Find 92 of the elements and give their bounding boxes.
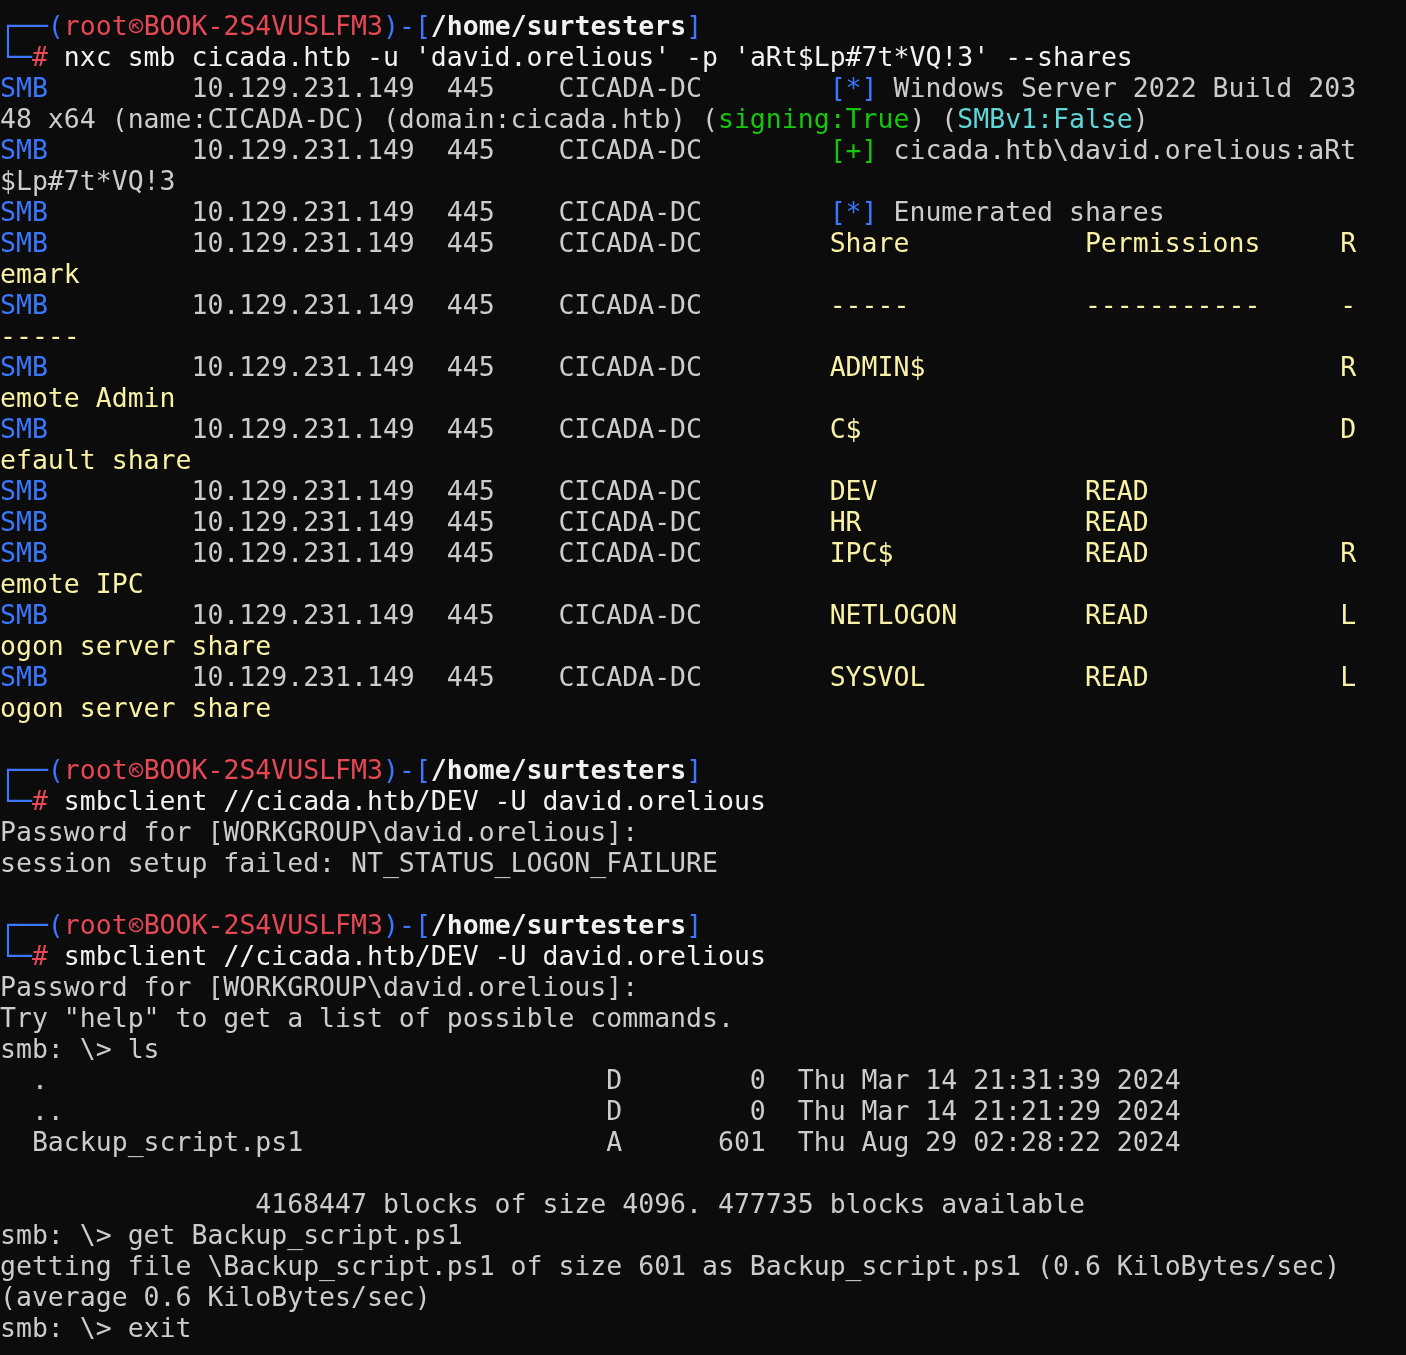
share-text: NETLOGON READ L (829, 599, 1357, 630)
output-text: 10.129.231.149 445 CICADA-DC (190, 475, 703, 506)
prompt-frame: )-[ (383, 754, 431, 785)
output-text: Try "help" to get a list of possible commands. (0, 1002, 734, 1033)
share-text: emote Admin (0, 382, 176, 413)
output-text: 10.129.231.149 445 CICADA-DC (190, 289, 703, 320)
prompt-frame: └─ (0, 41, 32, 72)
prompt-host: BOOK-2S4VUSLFM3 (143, 909, 383, 940)
output-text: . D 0 Thu Mar 14 21:31:39 2024 (30, 1064, 1181, 1095)
prompt-frame: ┌──( (0, 10, 64, 41)
output-text: smb: \> exit (0, 1312, 192, 1343)
share-text: emark (0, 258, 80, 289)
share-text: ogon server share (0, 630, 272, 661)
share-text: efault share (0, 444, 192, 475)
prompt-frame: )-[ (383, 10, 431, 41)
command-text: smbclient //cicada.htb/DEV -U david.orelious (62, 940, 766, 971)
protocol-label: SMB (0, 72, 48, 103)
protocol-label: SMB (0, 289, 48, 320)
output-text: 48 x64 (name:CICADA-DC) (domain:cicada.htb) ( (0, 103, 718, 134)
command-text: smbclient //cicada.htb/DEV -U david.orelious (62, 785, 766, 816)
output-text: 10.129.231.149 445 CICADA-DC (190, 537, 703, 568)
protocol-label: SMB (0, 351, 48, 382)
output-text: .. D 0 Thu Mar 14 21:21:29 2024 (30, 1095, 1181, 1126)
protocol-label: SMB (0, 475, 48, 506)
output-text: Password for [WORKGROUP\david.orelious]: (0, 971, 639, 1002)
signing-status: signing:True (717, 103, 910, 134)
share-text: DEV READ (829, 475, 1149, 506)
share-text: ----- ----------- - (829, 289, 1357, 320)
prompt-hash: # (31, 41, 48, 72)
share-text: Share Permissions R (829, 227, 1357, 258)
output-text: 10.129.231.149 445 CICADA-DC (190, 196, 703, 227)
output-text: 10.129.231.149 445 CICADA-DC (190, 599, 703, 630)
prompt-hash: # (31, 940, 48, 971)
output-text: ) ( (909, 103, 958, 134)
share-text: ogon server share (0, 692, 272, 723)
prompt-frame: └─ (0, 785, 32, 816)
output-text: smb: \> get Backup_script.ps1 (0, 1219, 463, 1250)
output-text: ) (1132, 103, 1149, 134)
protocol-label: SMB (0, 506, 48, 537)
prompt-frame: )-[ (383, 909, 431, 940)
share-text: emote IPC (0, 568, 144, 599)
prompt-host: BOOK-2S4VUSLFM3 (143, 10, 383, 41)
prompt-user: root (63, 909, 128, 940)
prompt-frame: ] (686, 10, 703, 41)
output-text: 10.129.231.149 445 CICADA-DC (190, 351, 703, 382)
output-text: (average 0.6 KiloBytes/sec) (0, 1281, 431, 1312)
protocol-label: SMB (0, 599, 48, 630)
share-text: SYSVOL READ L (829, 661, 1357, 692)
output-text: getting file \Backup_script.ps1 of size 601 as Backup_script.ps1 (0.6 KiloBytes/sec) (0, 1250, 1341, 1281)
prompt-path: /home/surtesters (430, 754, 687, 785)
share-text: ----- (0, 320, 80, 351)
output-text: Enumerated shares (892, 196, 1165, 227)
output-text: session setup failed: NT_STATUS_LOGON_FAILURE (0, 847, 718, 878)
output-text: 10.129.231.149 445 CICADA-DC (190, 661, 703, 692)
output-text: 10.129.231.149 445 CICADA-DC (190, 134, 703, 165)
output-text: Windows Server 2022 Build 203 (892, 72, 1357, 103)
prompt-frame: ] (686, 909, 703, 940)
protocol-label: SMB (0, 413, 48, 444)
prompt-frame: ] (686, 754, 703, 785)
share-text: C$ D (829, 413, 1357, 444)
info-marker: [*] (829, 72, 878, 103)
output-text: 10.129.231.149 445 CICADA-DC (190, 227, 703, 258)
share-text: HR READ (829, 506, 1149, 537)
share-text: ADMIN$ R (829, 351, 1357, 382)
protocol-label: SMB (0, 134, 48, 165)
success-marker: [+] (829, 134, 878, 165)
prompt-frame: ┌──( (0, 754, 64, 785)
output-text: 10.129.231.149 445 CICADA-DC (190, 413, 703, 444)
output-text: 10.129.231.149 445 CICADA-DC (190, 506, 703, 537)
protocol-label: SMB (0, 196, 48, 227)
prompt-user: root (63, 10, 128, 41)
info-marker: [*] (829, 196, 878, 227)
prompt-user: root (63, 754, 128, 785)
share-text: IPC$ READ R (829, 537, 1357, 568)
prompt-path: /home/surtesters (430, 10, 687, 41)
output-text: Password for [WORKGROUP\david.orelious]: (0, 816, 639, 847)
output-text: $Lp#7t*VQ!3 (0, 165, 176, 196)
protocol-label: SMB (0, 661, 48, 692)
prompt-hash: # (31, 785, 48, 816)
prompt-frame: └─ (0, 940, 32, 971)
output-text: Backup_script.ps1 A 601 Thu Aug 29 02:28:22 2024 (30, 1126, 1181, 1157)
prompt-host: BOOK-2S4VUSLFM3 (143, 754, 383, 785)
output-text: 4168447 blocks of size 4096. 477735 blocks available (254, 1188, 1085, 1219)
output-text: 10.129.231.149 445 CICADA-DC (190, 72, 703, 103)
protocol-label: SMB (0, 227, 48, 258)
protocol-label: SMB (0, 537, 48, 568)
command-text: nxc smb cicada.htb -u 'david.orelious' -p 'aRt$Lp#7t*VQ!3' --shares (62, 41, 1133, 72)
output-text: cicada.htb\david.orelious:aRt (892, 134, 1357, 165)
smbv1-status: SMBv1:False (957, 103, 1133, 134)
output-text: smb: \> ls (0, 1033, 160, 1064)
prompt-path: /home/surtesters (430, 909, 687, 940)
prompt-frame: ┌──( (0, 909, 64, 940)
